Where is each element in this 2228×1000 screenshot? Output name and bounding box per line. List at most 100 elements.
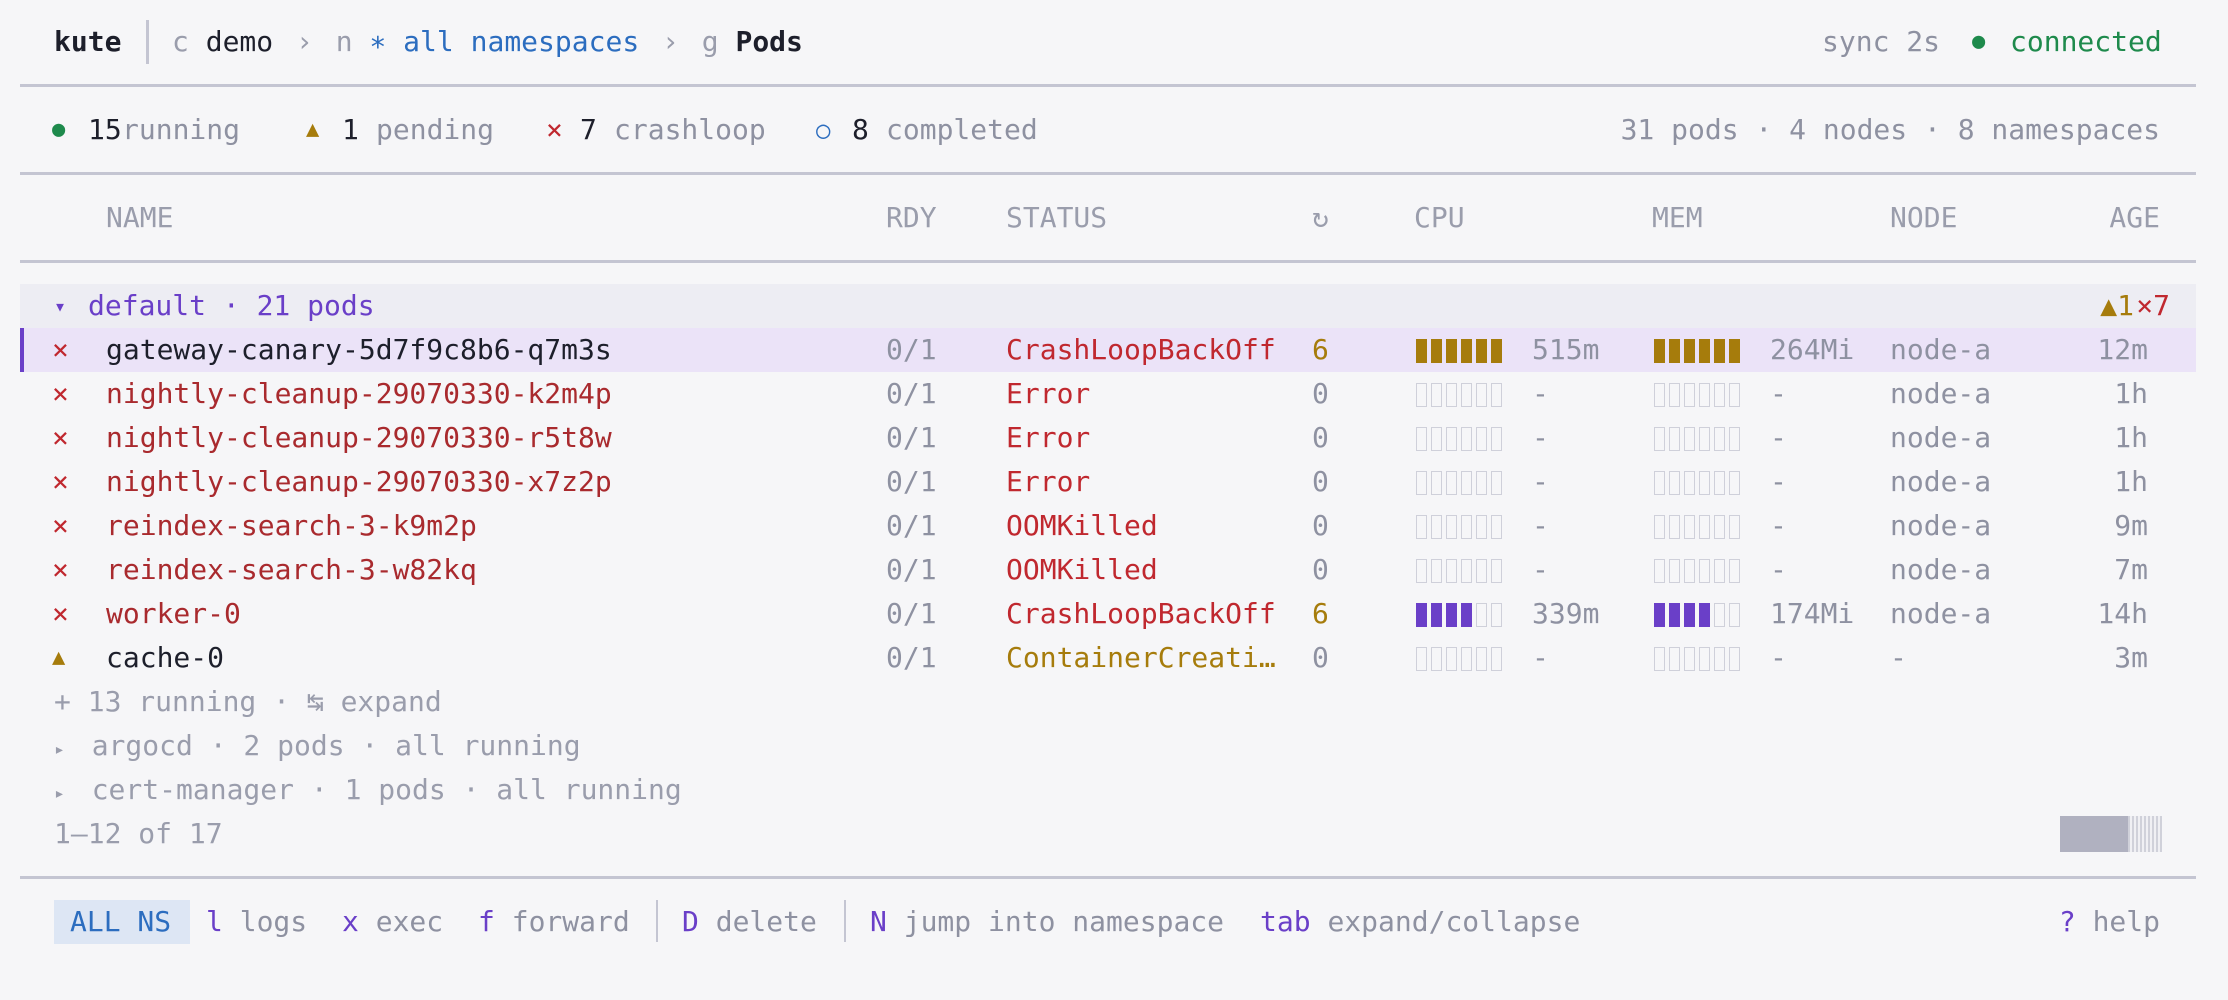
col-header-restarts-icon[interactable]: ↻ <box>1312 196 1329 240</box>
expand-caret-icon[interactable]: ▾ <box>54 284 66 328</box>
usage-bar-segment <box>1416 339 1427 363</box>
usage-bar-segment <box>1699 383 1710 407</box>
table-row[interactable]: × reindex-search-3-w82kq 0/1 OOMKilled 0 - - no… <box>20 548 2196 592</box>
usage-bar-segment <box>1714 515 1725 539</box>
crumb-namespace[interactable]: ∗ all namespaces <box>369 25 639 58</box>
key-label: exec <box>375 905 444 938</box>
error-x-icon: × <box>52 597 69 630</box>
usage-bar-segment <box>1654 427 1665 451</box>
table-row[interactable]: × worker-0 0/1 CrashLoopBackOff 6 339m 174Mi no… <box>20 592 2196 636</box>
pod-name[interactable]: nightly-cleanup-29070330-k2m4p <box>106 372 612 416</box>
status-dot-icon: ● <box>1972 29 1986 54</box>
table-row[interactable]: × nightly-cleanup-29070330-x7z2p 0/1 Error 0… <box>20 460 2196 504</box>
pod-ready: 0/1 <box>886 333 937 366</box>
key-logs[interactable]: l logs <box>206 900 307 944</box>
key-forward[interactable]: f forward <box>478 900 630 944</box>
key-delete[interactable]: D delete <box>682 900 817 944</box>
usage-bar-segment <box>1699 471 1710 495</box>
pod-ready: 0/1 <box>886 553 937 586</box>
pod-ready: 0/1 <box>886 421 937 454</box>
group-header-argocd[interactable]: ▸ argocd · 2 pods · all running <box>54 724 581 772</box>
crumb-cluster[interactable]: demo <box>206 25 273 58</box>
key-expand-collapse[interactable]: tab expand/collapse <box>1260 900 1580 944</box>
table-row[interactable]: × gateway-canary-5d7f9c8b6-q7m3s 0/1 CrashL… <box>20 328 2196 372</box>
usage-bar-segment <box>1461 647 1472 671</box>
usage-bar-segment <box>1669 471 1680 495</box>
usage-bar-segment <box>1714 603 1725 627</box>
divider <box>20 84 2196 87</box>
table-row[interactable]: × nightly-cleanup-29070330-k2m4p 0/1 Error 0… <box>20 372 2196 416</box>
pending-triangle-icon: ▲ <box>52 645 66 670</box>
usage-bar-segment <box>1461 427 1472 451</box>
pod-node: node-a <box>1890 553 1992 586</box>
footer-divider <box>844 900 846 942</box>
usage-bar-segment <box>1431 515 1442 539</box>
usage-bar-segment <box>1476 383 1487 407</box>
usage-bar-segment <box>1714 471 1725 495</box>
crumb-separator: › <box>662 25 679 58</box>
usage-bar-segment <box>1446 603 1457 627</box>
pod-name[interactable]: reindex-search-3-w82kq <box>106 548 477 592</box>
group-header-cert-manager[interactable]: ▸ cert-manager · 1 pods · all running <box>54 768 682 816</box>
usage-bar-segment <box>1416 515 1427 539</box>
collapse-caret-icon: ▸ <box>54 739 65 760</box>
running-label: running <box>122 113 241 146</box>
usage-bar-segment <box>1729 339 1740 363</box>
scrollbar[interactable] <box>2060 816 2162 852</box>
pod-name[interactable]: cache-0 <box>106 636 224 680</box>
pod-name[interactable]: reindex-search-3-k9m2p <box>106 504 477 548</box>
table-row[interactable]: × nightly-cleanup-29070330-r5t8w 0/1 Error 0… <box>20 416 2196 460</box>
pod-ready: 0/1 <box>886 377 937 410</box>
help-button[interactable]: ? help <box>2059 900 2160 944</box>
pod-age: 1h <box>2114 465 2148 498</box>
usage-bar-segment <box>1476 339 1487 363</box>
table-row[interactable]: × reindex-search-3-k9m2p 0/1 OOMKilled 0 - - no… <box>20 504 2196 548</box>
col-header-name[interactable]: NAME <box>106 196 173 240</box>
usage-bar-segment <box>1729 559 1740 583</box>
key-label: expand/collapse <box>1327 905 1581 938</box>
col-header-mem[interactable]: MEM <box>1652 196 1703 240</box>
header-divider <box>146 20 149 64</box>
usage-bar-segment <box>1729 427 1740 451</box>
key-label: logs <box>239 905 308 938</box>
pod-mem: - <box>1770 509 1787 542</box>
pod-name[interactable]: nightly-cleanup-29070330-r5t8w <box>106 416 612 460</box>
pod-name[interactable]: nightly-cleanup-29070330-x7z2p <box>106 460 612 504</box>
col-header-cpu[interactable]: CPU <box>1414 196 1465 240</box>
scrollbar-thumb[interactable] <box>2060 816 2128 852</box>
pod-name[interactable]: worker-0 <box>106 592 241 636</box>
pod-status: ContainerCreati… <box>1006 641 1276 674</box>
pod-mem: - <box>1770 421 1787 454</box>
key-hint: N <box>870 905 887 938</box>
cpu-usage-bar <box>1416 592 1506 636</box>
col-header-node[interactable]: NODE <box>1890 196 1957 240</box>
pod-mem: 264Mi <box>1770 333 1855 366</box>
key-exec[interactable]: x exec <box>342 900 443 944</box>
pod-node: node-a <box>1890 465 1992 498</box>
pod-mem: - <box>1770 553 1787 586</box>
table-row[interactable]: ▲ cache-0 0/1 ContainerCreati… 0 - - - 3m <box>20 636 2196 680</box>
expand-running-link[interactable]: + 13 running · ↹ expand <box>54 680 442 724</box>
crumb-resource[interactable]: Pods <box>735 25 802 58</box>
pod-age: 12m <box>2097 333 2148 366</box>
usage-bar-segment <box>1669 515 1680 539</box>
completed-label: completed <box>886 113 1038 146</box>
pod-cpu: 515m <box>1532 333 1600 366</box>
col-header-ready[interactable]: RDY <box>886 196 937 240</box>
col-header-status[interactable]: STATUS <box>1006 196 1107 240</box>
usage-bar-segment <box>1491 383 1502 407</box>
pod-name[interactable]: gateway-canary-5d7f9c8b6-q7m3s <box>106 328 612 372</box>
usage-bar-segment <box>1461 383 1472 407</box>
usage-bar-segment <box>1491 559 1502 583</box>
group-header-default[interactable]: ▾ default · 21 pods ▲1 ×7 <box>20 284 2196 328</box>
usage-bar-segment <box>1669 559 1680 583</box>
cpu-usage-bar <box>1416 504 1506 548</box>
col-header-age[interactable]: AGE <box>2109 196 2160 240</box>
pod-restarts: 0 <box>1312 421 1329 454</box>
key-jump-namespace[interactable]: N jump into namespace <box>870 900 1224 944</box>
pod-node: - <box>1890 641 1907 674</box>
usage-bar-segment <box>1491 647 1502 671</box>
usage-bar-segment <box>1476 471 1487 495</box>
pending-triangle-icon: ▲ <box>306 117 320 142</box>
mode-badge[interactable]: ALL NS <box>54 900 190 944</box>
